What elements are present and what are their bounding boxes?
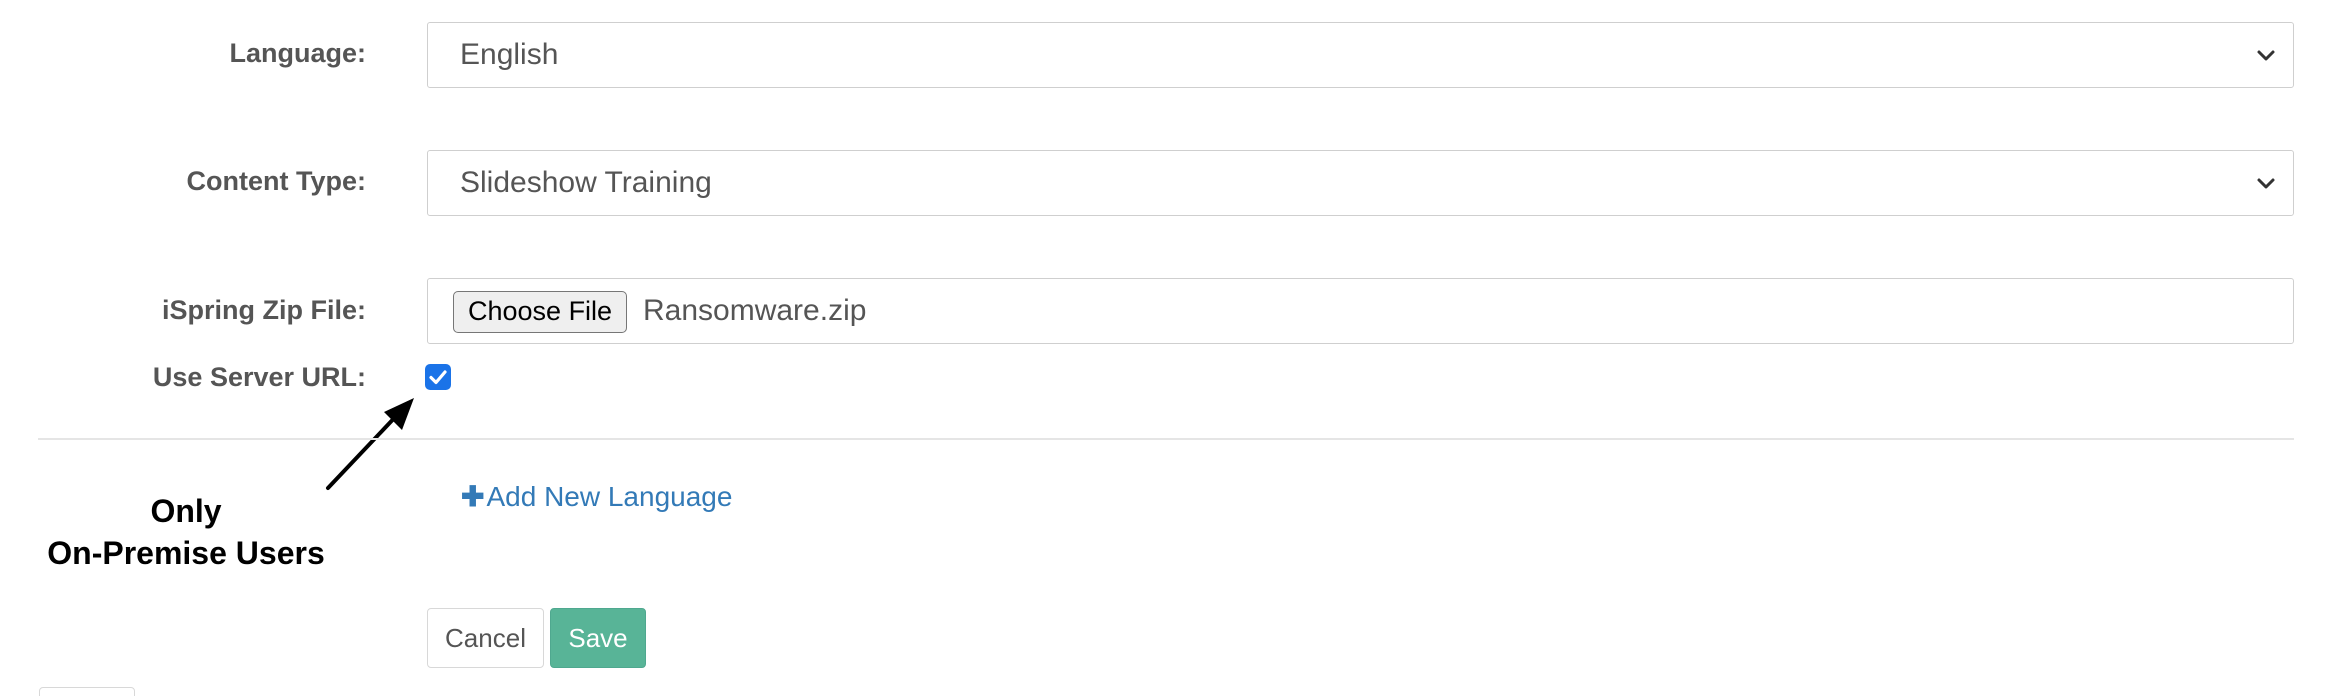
use-server-url-label: Use Server URL:: [152, 362, 366, 392]
add-new-language-label: Add New Language: [486, 481, 733, 512]
on-premise-note: Only On-Premise Users: [38, 490, 334, 574]
content-type-label: Content Type:: [186, 166, 366, 196]
language-select-value: English: [460, 38, 559, 71]
choose-file-button[interactable]: Choose File: [453, 291, 628, 333]
on-premise-note-line2: On-Premise Users: [47, 535, 325, 571]
zip-file-input[interactable]: Choose File Ransomware.zip: [427, 278, 2294, 344]
partial-button[interactable]: [39, 687, 135, 696]
chevron-down-icon: [2257, 178, 2275, 189]
use-server-url-checkbox[interactable]: [425, 364, 451, 390]
on-premise-note-line1: Only: [150, 493, 222, 529]
annotation-arrow-icon: [326, 398, 414, 490]
language-label: Language:: [229, 38, 366, 68]
section-divider: [38, 438, 2294, 440]
content-type-select[interactable]: Slideshow Training: [427, 150, 2294, 216]
chevron-down-icon: [2257, 50, 2275, 61]
zip-file-label: iSpring Zip File:: [162, 295, 366, 325]
selected-file-name: Ransomware.zip: [643, 294, 867, 327]
language-form-page: Language: English Content Type: Slidesho…: [0, 0, 2340, 696]
content-type-select-value: Slideshow Training: [460, 166, 712, 199]
save-button[interactable]: Save: [550, 608, 646, 668]
checkmark-icon: [429, 370, 447, 385]
language-select[interactable]: English: [427, 22, 2294, 88]
cancel-button[interactable]: Cancel: [427, 608, 544, 668]
plus-icon: ✚: [461, 481, 485, 512]
add-new-language-link[interactable]: ✚Add New Language: [461, 480, 732, 513]
